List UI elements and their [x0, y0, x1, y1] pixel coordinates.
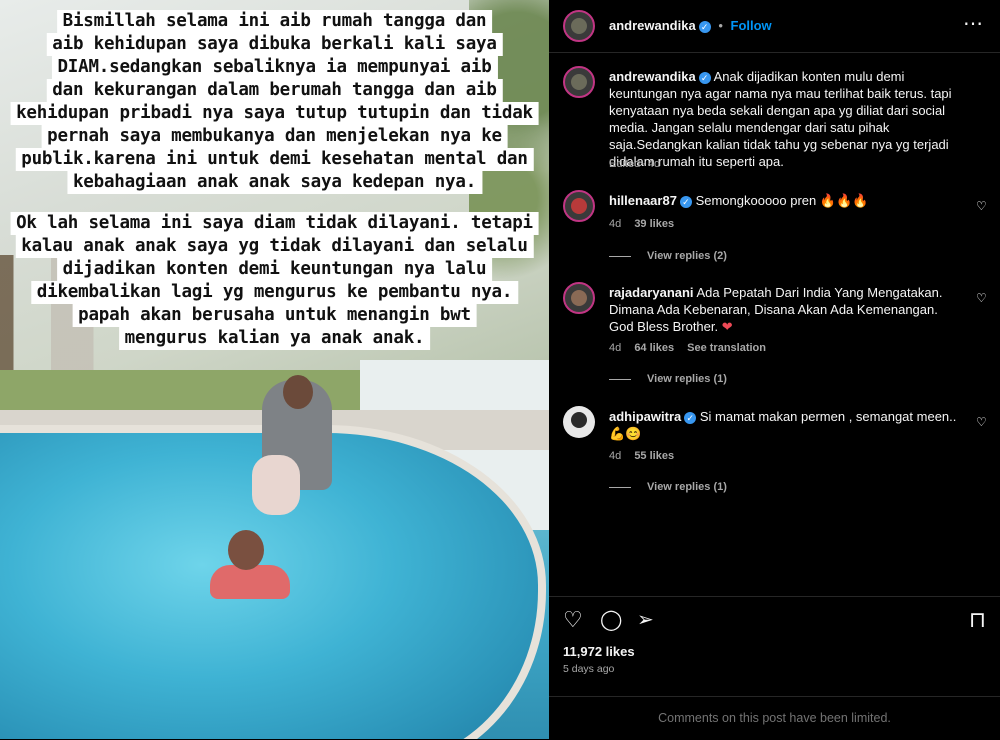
comments-limited-notice: Comments on this post have been limited. — [549, 696, 1000, 740]
overlay-line: DIAM.sedangkan sebaliknya ia mempunyai a… — [51, 56, 498, 79]
comment-body: hillenaar87 ✓ Semongkooooo pren 🔥🔥🔥 — [609, 192, 959, 209]
comment-meta: 4d 39 likes — [609, 218, 684, 230]
comment-like-icon[interactable]: ♡ — [976, 292, 988, 304]
comment-like-icon[interactable]: ♡ — [976, 200, 988, 212]
muscle-smile-emoji-icon: 💪😊 — [609, 426, 642, 441]
view-replies-button[interactable]: View replies (1) — [609, 373, 727, 385]
follow-button[interactable]: Follow — [731, 18, 772, 33]
comment-age: 4d — [609, 450, 622, 462]
overlay-line: papah akan berusaha untuk menangin bwt — [72, 304, 477, 327]
post-action-bar: ♡ ◯ ➢ ⊓ — [549, 596, 1000, 637]
avatar-photo — [571, 18, 587, 34]
verified-badge-icon: ✓ — [679, 195, 692, 208]
verified-badge-icon: ✓ — [698, 20, 711, 33]
replies-divider — [609, 255, 631, 257]
overlay-line: publik.karena ini untuk demi kesehatan m… — [15, 148, 534, 171]
caption-avatar[interactable] — [563, 66, 595, 98]
post-header: andrewandika ✓ • Follow ⋯ — [549, 0, 1000, 53]
header-user-line: andrewandika ✓ • Follow — [609, 18, 772, 33]
comment-username[interactable]: rajadaryanani — [609, 285, 694, 300]
caption-username[interactable]: andrewandika — [609, 69, 696, 84]
comment-likes[interactable]: 55 likes — [634, 450, 674, 462]
comment-avatar[interactable] — [563, 190, 595, 222]
post-likes-count[interactable]: 11,972 likes — [563, 644, 635, 659]
overlay-line: Ok lah selama ini saya diam tidak dilaya… — [10, 212, 539, 235]
comment-avatar[interactable] — [563, 406, 595, 438]
overlay-line: kalau anak anak saya yg tidak dilayani d… — [15, 235, 534, 258]
comment-likes[interactable]: 64 likes — [634, 342, 674, 354]
comment-likes[interactable]: 39 likes — [634, 218, 674, 230]
header-separator: • — [718, 18, 723, 33]
comment-username[interactable]: hillenaar87 — [609, 193, 677, 208]
like-icon[interactable]: ♡ — [563, 609, 583, 631]
heart-emoji-icon: ❤ — [721, 319, 733, 334]
view-replies-label: View replies (1) — [647, 481, 727, 493]
comment-age: 4d — [609, 342, 622, 354]
comment-body: rajadaryanani Ada Pepatah Dari India Yan… — [609, 284, 959, 335]
instagram-post-view: Bismillah selama ini aib rumah tangga da… — [0, 0, 1000, 739]
photo-baby — [252, 455, 300, 515]
caption-age: 4d — [647, 158, 661, 170]
comment-text: Semongkooooo pren — [695, 193, 817, 208]
overlay-line: kehidupan pribadi nya saya tutup tutupin… — [10, 102, 539, 125]
caption-body: andrewandika ✓ Anak dijadikan konten mulu… — [609, 68, 959, 170]
author-username[interactable]: andrewandika — [609, 18, 696, 33]
comment-text: Si mamat makan permen , semangat meen.. — [699, 409, 957, 424]
view-replies-button[interactable]: View replies (2) — [609, 250, 727, 262]
comment-icon[interactable]: ◯ — [600, 609, 622, 631]
comment-body: adhipawitra ✓ Si mamat makan permen , sem… — [609, 408, 959, 442]
comment-meta: 4d 64 likes See translation — [609, 342, 776, 354]
overlay-line: Bismillah selama ini aib rumah tangga da… — [56, 10, 493, 33]
share-icon[interactable]: ➢ — [637, 609, 654, 631]
comment-like-icon[interactable]: ♡ — [976, 416, 988, 428]
post-date: 5 days ago — [563, 663, 615, 675]
post-image[interactable]: Bismillah selama ini aib rumah tangga da… — [0, 0, 549, 739]
fire-emoji-icon: 🔥🔥🔥 — [819, 193, 869, 208]
view-replies-label: View replies (2) — [647, 250, 727, 262]
replies-divider — [609, 486, 631, 488]
save-bookmark-icon[interactable]: ⊓ — [969, 609, 986, 631]
photo-kid-head — [228, 530, 264, 570]
see-translation-button[interactable]: See translation — [687, 342, 766, 354]
verified-badge-icon: ✓ — [684, 411, 697, 424]
photo-man-head — [283, 375, 313, 409]
overlay-line: kebahagiaan anak anak saya kedepan nya. — [66, 171, 483, 194]
overlay-line: dijadikan konten demi keuntungan nya lal… — [56, 258, 493, 281]
avatar-photo — [571, 198, 587, 214]
view-replies-label: View replies (1) — [647, 373, 727, 385]
avatar-photo — [571, 290, 587, 306]
avatar-photo — [571, 412, 587, 428]
caption-meta: Edited · 4d — [609, 158, 670, 170]
meta-dot: · — [642, 158, 646, 170]
overlay-line: dan kekurangan dalam berumah tangga dan … — [46, 79, 503, 102]
avatar-photo — [571, 74, 587, 90]
comment-meta: 4d 55 likes — [609, 450, 684, 462]
author-avatar[interactable] — [563, 10, 595, 42]
comment-username[interactable]: adhipawitra — [609, 409, 681, 424]
verified-badge-icon: ✓ — [698, 71, 711, 84]
overlay-line: pernah saya membukanya dan menjelekan ny… — [41, 125, 508, 148]
edited-label: Edited — [609, 158, 641, 170]
comment-age: 4d — [609, 218, 622, 230]
replies-divider — [609, 378, 631, 380]
overlay-line: mengurus kalian ya anak anak. — [118, 327, 431, 350]
view-replies-button[interactable]: View replies (1) — [609, 481, 727, 493]
more-options-icon[interactable]: ⋯ — [963, 14, 984, 34]
caption-text: Anak dijadikan konten mulu demi keuntung… — [609, 69, 952, 169]
overlay-line: aib kehidupan saya dibuka berkali kali s… — [46, 33, 503, 56]
overlay-line: dikembalikan lagi yg mengurus ke pembant… — [30, 281, 519, 304]
comment-avatar[interactable] — [563, 282, 595, 314]
post-side-panel: andrewandika ✓ • Follow ⋯ andrewandika ✓ A… — [549, 0, 1000, 739]
photo-kid — [210, 565, 290, 599]
